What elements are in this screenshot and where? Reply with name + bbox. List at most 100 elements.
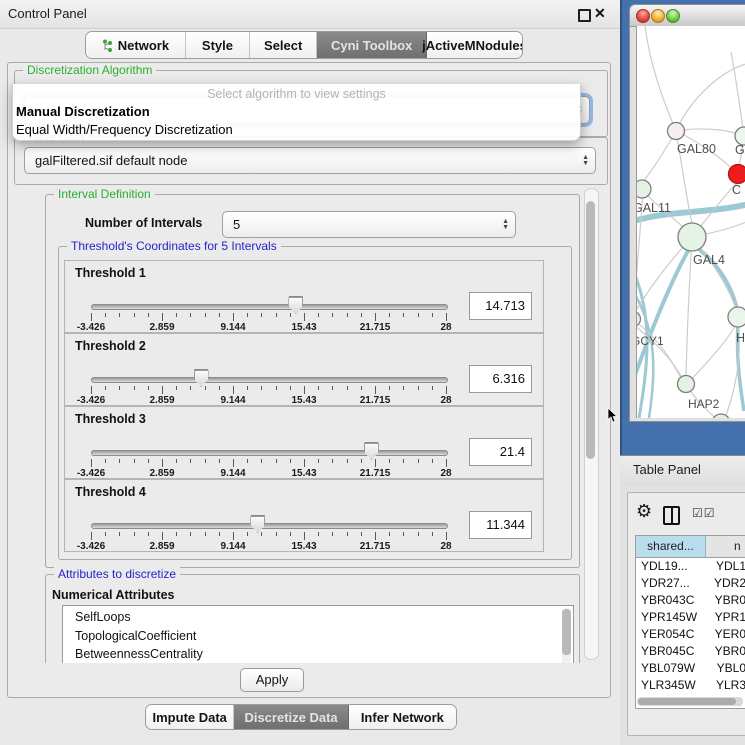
column-header-shared[interactable]: shared... <box>636 536 706 557</box>
node-label: H <box>736 331 745 345</box>
network-node[interactable] <box>728 307 745 327</box>
tick-label: 21.715 <box>360 322 391 333</box>
network-node[interactable] <box>729 165 745 184</box>
table-header-row: shared... n <box>636 536 745 558</box>
table-panel-title: Table Panel <box>633 455 701 485</box>
node-attribute-table[interactable]: shared... n YDL19...YDL1YDR27...YDR2YBR0… <box>635 535 745 709</box>
slider-handle[interactable] <box>364 442 379 460</box>
tick-label: -3.426 <box>77 541 105 552</box>
algorithm-group-title: Discretization Algorithm <box>23 63 156 78</box>
node-label: GA <box>735 143 745 157</box>
zoom-traffic-light-icon[interactable] <box>666 9 680 23</box>
gear-icon[interactable]: ⚙ <box>636 501 652 522</box>
tab-label: Style <box>202 38 233 53</box>
interval-definition-title: Interval Definition <box>54 187 155 202</box>
threshold-value-field[interactable]: 14.713 <box>469 292 532 320</box>
tab-network[interactable]: Network <box>86 32 186 58</box>
thresholds-group-title: Threshold's Coordinates for 5 Intervals <box>67 239 281 254</box>
checked-boxes-icon[interactable]: ☑☑ <box>692 506 716 520</box>
threshold-slider-track[interactable] <box>91 523 448 529</box>
threshold-slider-track[interactable] <box>91 304 448 310</box>
network-canvas[interactable]: GAL80GACGAL11GAL4GCY1HHAP2 <box>636 26 745 418</box>
attributes-listbox[interactable]: SelfLoopsTopologicalCoefficientBetweenne… <box>62 605 574 663</box>
table-cell: YDR27... <box>636 575 706 592</box>
column-header-name[interactable]: n <box>706 536 745 557</box>
network-node[interactable] <box>678 223 706 251</box>
cyni-mode-tabs: Impute Data Discretize Data Infer Network <box>145 704 457 730</box>
threshold-value-field[interactable]: 6.316 <box>469 365 532 393</box>
threshold-slider-track[interactable] <box>91 450 448 456</box>
tab-cyni-toolbox[interactable]: Cyni Toolbox <box>317 32 427 58</box>
table-row[interactable]: YDR27...YDR2 <box>636 575 745 592</box>
table-cell: YBR0 <box>707 592 745 609</box>
table-row[interactable]: YER054CYER0 <box>636 626 745 643</box>
threshold-panel: Threshold 3-3.4262.8599.14415.4321.71528… <box>64 406 544 479</box>
table-horizontal-scrollbar[interactable] <box>637 697 743 706</box>
network-node[interactable] <box>712 414 730 418</box>
network-node[interactable] <box>668 123 685 140</box>
apply-button[interactable]: Apply <box>240 668 304 692</box>
tab-label: jActiveMNodules <box>422 38 523 53</box>
float-window-icon[interactable] <box>578 9 591 22</box>
table-cell: YBR045C <box>636 643 707 660</box>
tick-label: 2.859 <box>149 395 174 406</box>
table-row[interactable]: YBR045CYBR0 <box>636 643 745 660</box>
network-icon <box>102 39 113 52</box>
number-of-intervals-value: 5 <box>233 212 240 237</box>
threshold-value-field[interactable]: 11.344 <box>469 511 532 539</box>
table-row[interactable]: YLR345WYLR3 <box>636 677 745 694</box>
table-cell: YLR345W <box>636 677 708 694</box>
tab-impute-data[interactable]: Impute Data <box>146 705 234 729</box>
table-data-combobox[interactable]: galFiltered.sif default node ▲▼ <box>24 147 596 174</box>
tick-label: 28 <box>440 322 451 333</box>
attribute-list-item[interactable]: TopologicalCoefficient <box>63 627 573 646</box>
tab-select[interactable]: Select <box>250 32 317 58</box>
algorithm-option[interactable]: Manual Discretization <box>13 103 580 121</box>
threshold-label: Threshold 1 <box>75 266 146 280</box>
tab-label: Cyni Toolbox <box>331 38 412 53</box>
attribute-list-item[interactable]: BetweennessCentrality <box>63 645 573 663</box>
threshold-slider-track[interactable] <box>91 377 448 383</box>
slider-ticks <box>91 532 446 541</box>
close-icon[interactable]: ✕ <box>594 5 606 22</box>
minimize-traffic-light-icon[interactable] <box>651 9 665 23</box>
tab-label: Impute Data <box>153 710 227 725</box>
tab-label: Discretize Data <box>244 710 337 725</box>
settings-scrollbar[interactable] <box>584 188 599 660</box>
numerical-attributes-label: Numerical Attributes <box>52 588 174 602</box>
tab-style[interactable]: Style <box>186 32 250 58</box>
tick-label: 9.144 <box>220 541 245 552</box>
network-node[interactable] <box>637 180 651 198</box>
combo-stepper-icon: ▲▼ <box>582 148 589 173</box>
slider-handle[interactable] <box>250 515 265 533</box>
attribute-list-item[interactable]: SelfLoops <box>63 606 573 627</box>
tick-label: 15.43 <box>291 468 316 479</box>
tick-label: 15.43 <box>291 541 316 552</box>
close-traffic-light-icon[interactable] <box>636 9 650 23</box>
table-row[interactable]: YBL079WYBL0 <box>636 660 745 677</box>
tab-jactivemnodules[interactable]: jActiveMNodules <box>427 32 522 58</box>
algorithm-option[interactable]: Equal Width/Frequency Discretization <box>13 121 580 139</box>
list-scrollbar[interactable] <box>562 608 571 663</box>
network-window-titlebar[interactable] <box>630 5 745 27</box>
slider-handle[interactable] <box>194 369 209 387</box>
tick-label: 9.144 <box>220 395 245 406</box>
scrollbar-thumb[interactable] <box>586 201 595 459</box>
tab-infer-network[interactable]: Infer Network <box>349 705 456 729</box>
network-node[interactable] <box>637 312 641 327</box>
table-cell: YLR3 <box>708 677 745 694</box>
panel-title: Control Panel <box>8 0 87 28</box>
tab-discretize-data[interactable]: Discretize Data <box>234 705 348 729</box>
tick-label: -3.426 <box>77 395 105 406</box>
number-of-intervals-combobox[interactable]: 5 ▲▼ <box>222 211 516 238</box>
table-row[interactable]: YPR145WYPR1 <box>636 609 745 626</box>
threshold-value-field[interactable]: 21.4 <box>469 438 532 466</box>
table-row[interactable]: YBR043CYBR0 <box>636 592 745 609</box>
table-cell: YBR0 <box>707 643 745 660</box>
network-node[interactable] <box>678 376 695 393</box>
column-layout-icon[interactable] <box>663 506 680 525</box>
tick-label: 21.715 <box>360 468 391 479</box>
table-row[interactable]: YDL19...YDL1 <box>636 558 745 575</box>
tick-label: 2.859 <box>149 322 174 333</box>
slider-handle[interactable] <box>288 296 303 314</box>
